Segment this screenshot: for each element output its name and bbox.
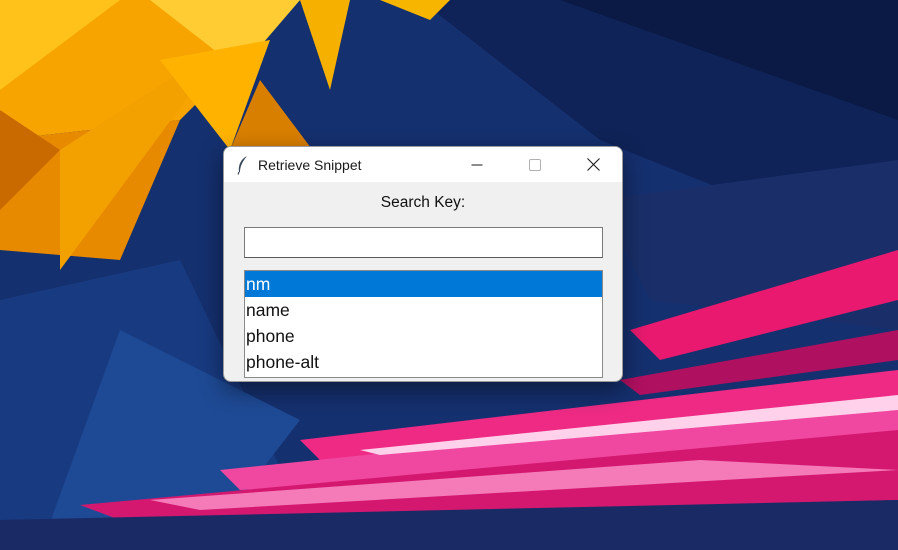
search-key-label: Search Key: <box>380 194 466 211</box>
retrieve-snippet-window: Retrieve Snippet Search Key: nm name pho… <box>223 146 623 382</box>
list-item[interactable]: phone <box>245 323 602 349</box>
minimize-icon <box>471 164 483 165</box>
list-item[interactable]: name <box>245 297 602 323</box>
list-item[interactable]: phone-alt <box>245 349 602 375</box>
list-item[interactable]: nm <box>245 271 602 297</box>
maximize-icon <box>529 158 541 171</box>
close-button[interactable] <box>564 147 622 182</box>
desktop: Retrieve Snippet Search Key: nm name pho… <box>0 0 898 550</box>
minimize-button[interactable] <box>448 147 506 182</box>
window-content: Search Key: nm name phone phone-alt <box>224 182 622 381</box>
feather-icon <box>237 156 247 175</box>
title-bar[interactable]: Retrieve Snippet <box>224 147 622 182</box>
window-title: Retrieve Snippet <box>258 157 362 173</box>
search-input[interactable] <box>244 227 603 258</box>
maximize-button[interactable] <box>506 147 564 182</box>
snippet-listbox[interactable]: nm name phone phone-alt <box>244 270 603 378</box>
close-icon <box>586 158 600 171</box>
